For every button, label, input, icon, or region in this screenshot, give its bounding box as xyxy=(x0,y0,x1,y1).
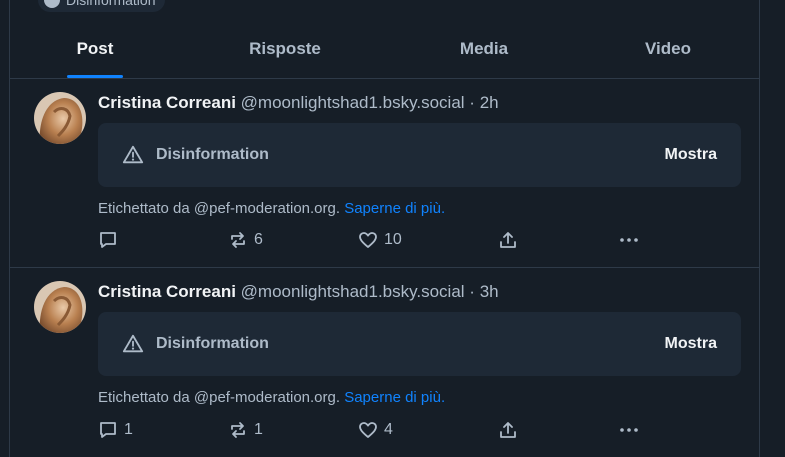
warning-triangle-icon xyxy=(122,145,144,164)
post-actions: 1 1 4 xyxy=(98,418,658,442)
more-options-icon xyxy=(620,238,638,242)
more-options-button[interactable] xyxy=(618,228,640,252)
post-header: Cristina Correani @moonlightshad1.bsky.s… xyxy=(98,93,499,113)
reply-button[interactable] xyxy=(98,228,124,252)
content-warning[interactable]: Disinformation Mostra xyxy=(98,123,741,187)
feed-post[interactable]: Cristina Correani @moonlightshad1.bsky.s… xyxy=(10,268,759,457)
active-tab-indicator xyxy=(67,75,123,78)
tab-video-label: Video xyxy=(645,39,691,58)
more-options-icon xyxy=(620,428,638,432)
share-button[interactable] xyxy=(498,418,518,442)
reply-count: 1 xyxy=(124,421,133,438)
content-warning[interactable]: Disinformation Mostra xyxy=(98,312,741,376)
show-button[interactable]: Mostra xyxy=(665,146,717,164)
post-time[interactable]: 2h xyxy=(480,93,499,112)
like-button[interactable]: 4 xyxy=(358,418,393,442)
post-actions: 6 10 xyxy=(98,228,658,252)
labeled-by-text: Etichettato da @pef-moderation.org. xyxy=(98,200,341,217)
labeled-by-notice: Etichettato da @pef-moderation.org. Sape… xyxy=(98,389,445,406)
warning-triangle-icon xyxy=(122,334,144,353)
labeled-by-text: Etichettato da @pef-moderation.org. xyxy=(98,389,341,406)
reply-button[interactable]: 1 xyxy=(98,418,133,442)
like-button[interactable]: 10 xyxy=(358,228,402,252)
repost-icon xyxy=(231,232,245,248)
share-icon xyxy=(500,422,516,438)
tab-media-label: Media xyxy=(459,39,509,58)
avatar[interactable] xyxy=(34,92,86,144)
author-name[interactable]: Cristina Correani xyxy=(98,282,236,301)
tab-media[interactable]: Media xyxy=(430,20,538,78)
like-count: 4 xyxy=(384,421,393,438)
repost-count: 6 xyxy=(254,231,263,248)
warning-label: Disinformation xyxy=(156,146,269,163)
tab-post[interactable]: Post xyxy=(67,20,123,78)
reply-icon xyxy=(100,232,116,248)
heart-icon xyxy=(359,232,377,248)
post-time[interactable]: 3h xyxy=(480,282,499,301)
meta-separator: · xyxy=(469,93,475,112)
show-button[interactable]: Mostra xyxy=(665,335,717,353)
author-handle[interactable]: @moonlightshad1.bsky.social xyxy=(241,93,465,112)
feed-column: Disinformation Post Risposte Media Video xyxy=(9,0,760,457)
share-icon xyxy=(500,232,516,248)
profile-tabs: Post Risposte Media Video xyxy=(10,20,759,79)
repost-count: 1 xyxy=(254,421,263,438)
tab-risposte[interactable]: Risposte xyxy=(225,20,345,78)
repost-button[interactable]: 1 xyxy=(228,418,263,442)
post-header: Cristina Correani @moonlightshad1.bsky.s… xyxy=(98,282,499,302)
labeled-by-notice: Etichettato da @pef-moderation.org. Sape… xyxy=(98,200,445,217)
label-pill[interactable]: Disinformation xyxy=(38,0,166,12)
tab-risposte-label: Risposte xyxy=(249,39,321,58)
like-count: 10 xyxy=(384,231,402,248)
meta-separator: · xyxy=(469,282,475,301)
author-handle[interactable]: @moonlightshad1.bsky.social xyxy=(241,282,465,301)
tab-video[interactable]: Video xyxy=(618,20,718,78)
warning-label: Disinformation xyxy=(156,335,269,352)
label-icon xyxy=(44,0,60,8)
tab-post-label: Post xyxy=(76,39,114,58)
heart-icon xyxy=(359,422,377,438)
author-name[interactable]: Cristina Correani xyxy=(98,93,236,112)
more-options-button[interactable] xyxy=(618,418,640,442)
repost-icon xyxy=(231,422,245,438)
learn-more-link[interactable]: Saperne di più. xyxy=(344,200,445,217)
share-button[interactable] xyxy=(498,228,518,252)
feed-post[interactable]: Cristina Correani @moonlightshad1.bsky.s… xyxy=(10,79,759,268)
reply-icon xyxy=(100,422,116,438)
repost-button[interactable]: 6 xyxy=(228,228,263,252)
avatar[interactable] xyxy=(34,281,86,333)
label-pill-text: Disinformation xyxy=(66,0,156,8)
learn-more-link[interactable]: Saperne di più. xyxy=(344,389,445,406)
